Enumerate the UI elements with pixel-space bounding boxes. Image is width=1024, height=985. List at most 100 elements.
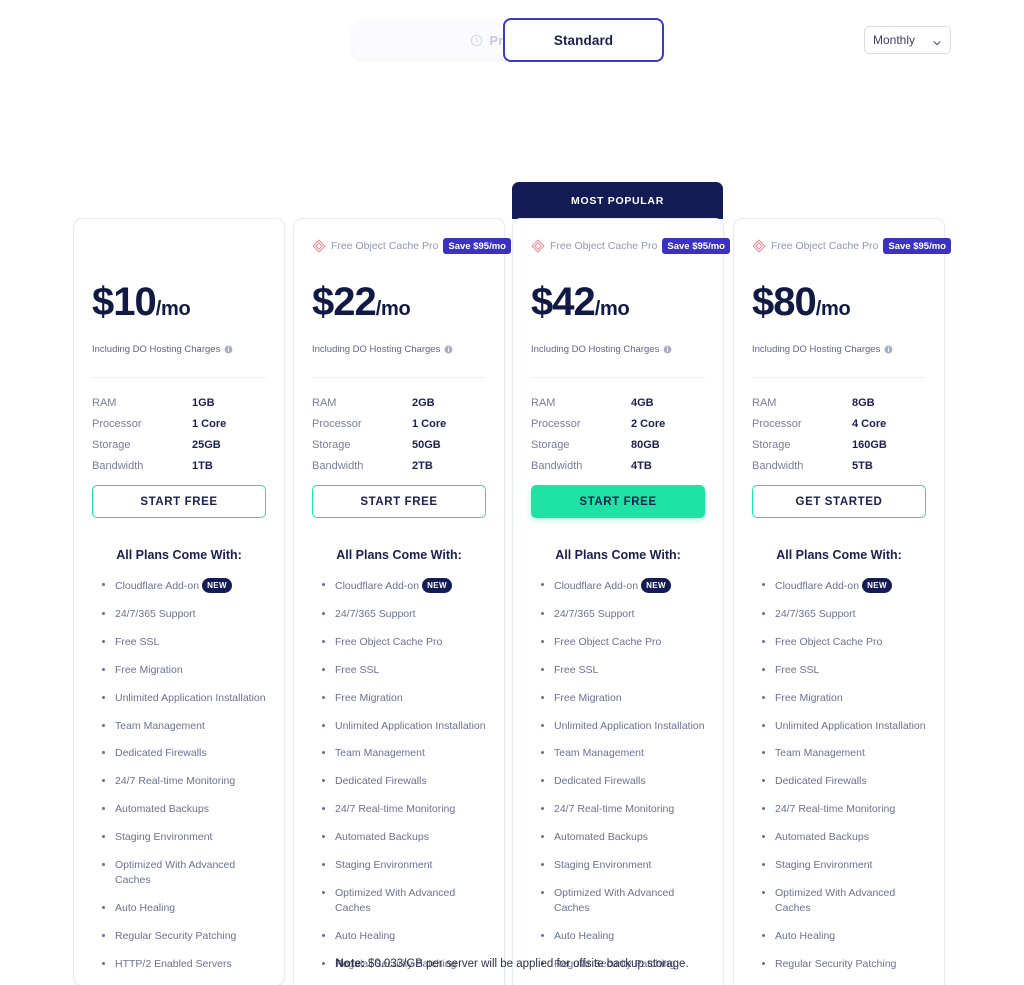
info-icon[interactable] [444,345,453,354]
save-badge: Save $95/mo [662,238,730,254]
info-icon[interactable] [663,345,672,354]
hosting-charges-label: Including DO Hosting Charges [312,344,441,355]
spec-key: Storage [531,439,570,451]
features-title: All Plans Come With: [555,548,681,562]
spec-row: Bandwidth 4TB [531,460,705,472]
plan-cta-button[interactable]: START FREE [531,485,705,518]
feature-label: Dedicated Firewalls [115,747,207,760]
feature-item: Cloudflare Add-on NEW [541,578,705,594]
feature-item: Team Management [102,719,266,734]
object-cache-pro-row: Free Object Cache Pro Save $95/mo [312,238,511,254]
feature-item: 24/7 Real-time Monitoring [762,802,926,817]
hosting-charges-note: Including DO Hosting Charges [312,344,486,355]
spec-row: Processor 1 Core [312,418,486,430]
feature-item: Cloudflare Add-on NEW [322,578,486,594]
footer-note: Note: $0.033/GB per server will be appli… [0,958,1024,970]
feature-item: Staging Environment [762,858,926,873]
feature-label: Auto Healing [115,901,176,914]
feature-item: 24/7/365 Support [762,607,926,622]
diamond-outline-icon [312,239,326,253]
plan-cta-button[interactable]: START FREE [92,485,266,518]
feature-item: Automated Backups [541,830,705,845]
feature-item: Free Migration [102,663,266,678]
plan-price-period: /mo [375,298,411,320]
spec-value: 25GB [192,439,221,451]
spec-key: Bandwidth [312,460,364,472]
feature-label: Cloudflare Add-on [554,580,639,592]
feature-item: Automated Backups [762,830,926,845]
feature-item: Cloudflare Add-on NEW [102,578,266,594]
plan-price-amount: $80 [752,280,817,324]
new-badge: NEW [862,578,892,594]
footer-note-label: Note: [335,958,365,970]
feature-label: Automated Backups [554,831,648,844]
hosting-charges-label: Including DO Hosting Charges [531,344,660,355]
plan-specs: RAM 4GB Processor 2 Core Storage 80GB Bandwidt… [531,377,705,472]
plan-price-period: /mo [594,298,630,320]
feature-item: Free SSL [102,635,266,650]
chevron-down-icon [932,35,942,46]
feature-label: Auto Healing [335,929,396,942]
hosting-charges-label: Including DO Hosting Charges [752,344,881,355]
feature-item: Dedicated Firewalls [102,746,266,761]
spec-row: RAM 2GB [312,397,486,409]
features-list: Cloudflare Add-on NEW 24/7/365 Support Free… [531,578,705,985]
plan-price: $10/mo [92,282,266,322]
feature-item: Optimized With Advanced Caches [322,886,486,916]
pricing-card: Free Object Cache Pro Save $95/mo $80/mo In… [733,218,951,985]
spec-row: Storage 80GB [531,439,705,451]
feature-label: Optimized With Advanced Caches [554,886,675,914]
feature-label: Staging Environment [335,859,433,872]
feature-item: Cloudflare Add-on NEW [762,578,926,594]
spec-key: Bandwidth [531,460,583,472]
spec-row: Processor 4 Core [752,418,926,430]
billing-period-select[interactable]: Monthly [864,26,951,54]
feature-item: Free Migration [322,691,486,706]
spec-key: RAM [752,397,777,409]
feature-label: Cloudflare Add-on [335,580,420,592]
info-icon[interactable] [224,345,233,354]
features-list: Cloudflare Add-on NEW 24/7/365 Support Free… [312,578,486,985]
plan-cta-button[interactable]: START FREE [312,485,486,518]
object-cache-pro-label: Free Object Cache Pro [771,240,879,252]
spec-key: Storage [92,439,131,451]
feature-label: Unlimited Application Installation [554,719,705,732]
feature-item: Free Migration [762,691,926,706]
feature-item: Dedicated Firewalls [541,774,705,789]
feature-item: Unlimited Application Installation [322,719,486,734]
spec-key: RAM [531,397,556,409]
feature-label: Staging Environment [554,859,652,872]
feature-label: 24/7/365 Support [335,607,416,620]
tab-standard-label: Standard [553,32,614,48]
spec-row: Bandwidth 1TB [92,460,266,472]
plan-price: $42/mo [531,282,705,322]
plan-price-period: /mo [155,298,191,320]
feature-label: Staging Environment [775,859,873,872]
features-title: All Plans Come With: [116,548,242,562]
feature-item: Free SSL [541,663,705,678]
feature-item: Optimized With Advanced Caches [541,886,705,916]
plan-type-toggle[interactable]: Premium Standard [353,18,664,62]
info-icon[interactable] [884,345,893,354]
feature-label: 24/7/365 Support [115,607,196,620]
feature-label: Optimized With Advanced Caches [775,886,896,914]
tab-standard[interactable]: Standard [503,18,664,62]
plan-price: $22/mo [312,282,486,322]
features-title: All Plans Come With: [776,548,902,562]
hosting-charges-note: Including DO Hosting Charges [752,344,926,355]
feature-item: Unlimited Application Installation [102,691,266,706]
feature-label: Dedicated Firewalls [335,775,427,788]
new-badge: NEW [641,578,671,594]
spec-key: Processor [312,418,362,430]
plan-cta-button[interactable]: GET STARTED [752,485,926,518]
object-cache-pro-row: Free Object Cache Pro Save $95/mo [752,238,951,254]
most-popular-banner: MOST POPULAR [512,182,723,219]
feature-item: Free Object Cache Pro [541,635,705,650]
new-badge: NEW [422,578,452,594]
spec-value: 4GB [631,397,654,409]
feature-item: Auto Healing [541,929,705,944]
object-cache-pro-label: Free Object Cache Pro [331,240,439,252]
feature-label: Free SSL [554,663,599,676]
feature-item: Free SSL [322,663,486,678]
pricing-header: Premium Standard Monthly [0,0,1024,80]
